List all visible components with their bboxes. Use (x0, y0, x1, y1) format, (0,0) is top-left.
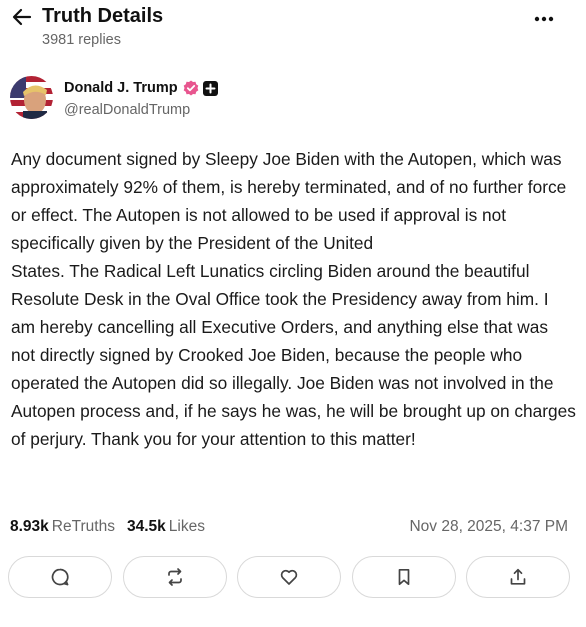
share-button[interactable] (466, 556, 570, 598)
like-button[interactable] (237, 556, 341, 598)
more-horizontal-icon (534, 16, 554, 22)
post-timestamp: Nov 28, 2025, 4:37 PM (409, 518, 568, 535)
retruths-count[interactable]: 8.93k (10, 518, 49, 536)
reply-button[interactable] (8, 556, 112, 598)
reply-icon (51, 568, 69, 586)
post-body: Any document signed by Sleepy Joe Biden … (11, 145, 576, 453)
author-name-row[interactable]: Donald J. Trump (64, 80, 218, 96)
action-bar (8, 556, 570, 598)
post-stats: 8.93k ReTruths 34.5k Likes (10, 518, 217, 536)
back-button[interactable] (10, 4, 34, 30)
more-options-button[interactable] (530, 8, 558, 30)
author-handle[interactable]: @realDonaldTrump (64, 102, 190, 118)
arrow-left-icon (12, 8, 32, 26)
share-icon (510, 568, 526, 585)
avatar[interactable] (10, 76, 53, 119)
retruth-button[interactable] (122, 556, 227, 598)
post-text-paragraph: States. The Radical Left Lunatics circli… (11, 261, 576, 449)
bookmark-button[interactable] (351, 556, 456, 598)
bookmark-icon (398, 568, 409, 586)
likes-label[interactable]: Likes (169, 518, 205, 536)
like-icon (280, 569, 298, 585)
verified-badge-icon (183, 80, 199, 96)
author-name[interactable]: Donald J. Trump (64, 80, 178, 96)
replies-count: 3981 replies (42, 32, 121, 48)
plus-badge-icon (202, 80, 218, 96)
post-text-paragraph: Any document signed by Sleepy Joe Biden … (11, 149, 567, 253)
retruths-label[interactable]: ReTruths (52, 518, 115, 536)
page-title: Truth Details (42, 5, 164, 27)
author-row: Donald J. Trump @realDonaldTrump (10, 76, 570, 122)
retruth-icon (167, 568, 182, 586)
likes-count[interactable]: 34.5k (127, 518, 166, 536)
page-header: Truth Details 3981 replies (0, 0, 586, 58)
